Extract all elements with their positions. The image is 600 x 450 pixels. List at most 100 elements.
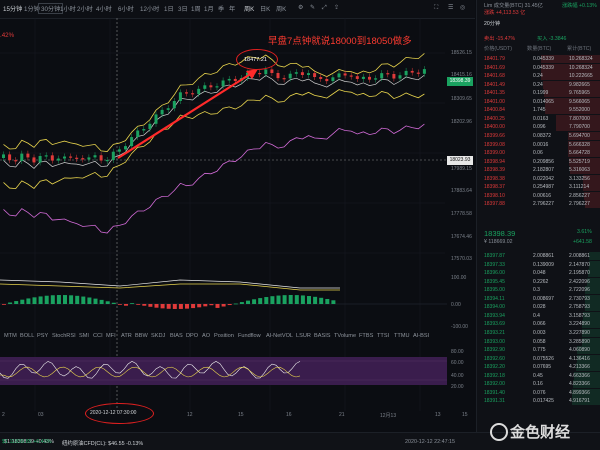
indicator-tab[interactable]: AO xyxy=(202,333,210,339)
bid-row[interactable]: 18392.180.454.663366 xyxy=(477,372,600,381)
timeframe-1h[interactable]: 1小时 xyxy=(60,4,76,13)
macd-bar xyxy=(14,301,18,304)
order-cell: 0.24 xyxy=(533,82,543,88)
indicator-tab[interactable]: TTSI xyxy=(377,333,389,339)
chart-area[interactable] xyxy=(0,18,475,411)
bid-row[interactable]: 18392.200.076954.213366 xyxy=(477,363,600,372)
timeframe-1w[interactable]: 1周 xyxy=(191,4,201,13)
bid-row[interactable]: 18392.600.0755264.136416 xyxy=(477,355,600,364)
main-chart-svg xyxy=(0,18,475,411)
depth-interval-select[interactable]: 20分钟 xyxy=(484,20,500,27)
order-cell: 18400.84 xyxy=(484,107,505,113)
macd-bar xyxy=(26,298,30,304)
ask-row[interactable]: 18398.940.2098565.525719 xyxy=(477,158,600,167)
order-cell: 3.158793 xyxy=(569,313,590,319)
order-cell: 18397.88 xyxy=(484,201,505,207)
timeframe-year[interactable]: 年 xyxy=(229,4,235,13)
bid-row[interactable]: 18392.000.164.823366 xyxy=(477,380,600,389)
ask-row[interactable]: 18397.882.7962272.796227 xyxy=(477,200,600,209)
timeframe-3d[interactable]: 3日 xyxy=(178,4,188,13)
indicator-tab[interactable]: AI-BSI xyxy=(413,333,429,339)
bid-row[interactable]: 18397.872.0088612.008861 xyxy=(477,252,600,261)
ask-row[interactable]: 18400.841.7459.552000 xyxy=(477,106,600,115)
bid-row[interactable]: 18394.000.0282.758793 xyxy=(477,303,600,312)
ask-row[interactable]: 18398.370.2549873.111214 xyxy=(477,183,600,192)
ask-row[interactable]: 18401.790.04533910.268324 xyxy=(477,55,600,64)
menu-3[interactable]: 周K xyxy=(276,4,286,13)
order-cell: 18399.08 xyxy=(484,142,505,148)
menu-2[interactable]: 日K xyxy=(260,4,270,13)
trend-arrow xyxy=(118,73,252,158)
bid-row[interactable]: 18391.310.0174254.916791 xyxy=(477,397,600,406)
indicator-tab[interactable]: TTMU xyxy=(394,333,410,339)
indicator-tab[interactable]: BOLL xyxy=(20,333,34,339)
menu-1[interactable]: 周K xyxy=(244,4,254,13)
ask-row[interactable]: 18401.690.04533910.268324 xyxy=(477,64,600,73)
timeframe-6h[interactable]: 6小时 xyxy=(118,4,134,13)
ask-row[interactable]: 18401.000.0140659.566065 xyxy=(477,98,600,107)
ask-row[interactable]: 18398.380.0220423.133256 xyxy=(477,175,600,184)
indicator-tab[interactable]: Fundflow xyxy=(238,333,261,339)
macd-bar xyxy=(277,296,281,304)
expand-icon[interactable]: ⛶ xyxy=(434,4,438,12)
bid-row[interactable]: 18393.210.0033.227890 xyxy=(477,329,600,338)
ask-row[interactable]: 18400.000.0967.790700 xyxy=(477,123,600,132)
indicator-tab[interactable]: Position xyxy=(214,333,234,339)
macd-bar xyxy=(283,295,287,304)
indicator-tab[interactable]: PSY xyxy=(37,333,48,339)
indicator-tab[interactable]: SMI xyxy=(79,333,89,339)
bid-row[interactable]: 18394.110.0086972.730793 xyxy=(477,295,600,304)
indicator-tab[interactable]: AI-NetVOL xyxy=(266,333,293,339)
bid-row[interactable]: 18392.900.7754.060890 xyxy=(477,346,600,355)
candle-body xyxy=(216,86,219,87)
share-icon[interactable]: ⇪ xyxy=(334,4,339,11)
candle-body xyxy=(130,137,133,146)
fullscreen-icon[interactable]: ⤢ xyxy=(322,4,327,12)
timeframe-quarter[interactable]: 季 xyxy=(218,4,224,13)
timeframe-4h[interactable]: 4小时 xyxy=(96,4,112,13)
ask-row[interactable]: 18401.490.249.982665 xyxy=(477,81,600,90)
brush-icon[interactable]: ✎ xyxy=(310,4,315,11)
ask-row[interactable]: 18401.350.19999.765965 xyxy=(477,89,600,98)
ask-row[interactable]: 18399.080.00165.666328 xyxy=(477,141,600,150)
bid-row[interactable]: 18395.000.32.722096 xyxy=(477,286,600,295)
ask-row[interactable]: 18399.000.065.664728 xyxy=(477,149,600,158)
indicator-tab[interactable]: SKDJ xyxy=(151,333,165,339)
stat-change-pct: 涨跌幅 +0.13% xyxy=(562,2,597,9)
order-cell: 18398.10 xyxy=(484,193,505,199)
indicator-tab[interactable]: TVolume xyxy=(334,333,356,339)
indicator-tab[interactable]: CCI xyxy=(93,333,103,339)
indicator-tab[interactable]: StochRSI xyxy=(52,333,76,339)
indicator-tab[interactable]: MFI xyxy=(106,333,116,339)
timeframe-12h[interactable]: 12小时 xyxy=(140,4,159,13)
indicator-tab[interactable]: MTM xyxy=(4,333,17,339)
bid-row[interactable]: 18395.450.22622.422096 xyxy=(477,278,600,287)
indicator-tab[interactable]: BBW xyxy=(135,333,148,339)
ask-row[interactable]: 18400.250.01637.807000 xyxy=(477,115,600,124)
indicator-tab[interactable]: BASIS xyxy=(314,333,330,339)
indicator-tab[interactable]: DPO xyxy=(186,333,198,339)
bid-row[interactable]: 18391.400.0764.899366 xyxy=(477,389,600,398)
timeframe-1d[interactable]: 1日 xyxy=(164,4,174,13)
order-cell: 18393.00 xyxy=(484,339,505,345)
ask-row[interactable]: 18398.392.1828075.316063 xyxy=(477,166,600,175)
indicator-tab[interactable]: LSUR xyxy=(296,333,311,339)
bid-row[interactable]: 18396.000.0482.195870 xyxy=(477,269,600,278)
timeframe-2h[interactable]: 2小时 xyxy=(77,4,93,13)
macd-bar xyxy=(161,304,165,308)
ask-row[interactable]: 18399.660.083725.694700 xyxy=(477,132,600,141)
bid-row[interactable]: 18393.000.0583.285890 xyxy=(477,338,600,347)
indicator-tab[interactable]: BIAS xyxy=(170,333,183,339)
bid-row[interactable]: 18393.940.43.158793 xyxy=(477,312,600,321)
bid-row[interactable]: 18397.330.1390092.147870 xyxy=(477,261,600,270)
ask-row[interactable]: 18398.100.006162.856227 xyxy=(477,192,600,201)
ask-row[interactable]: 18401.680.2410.222665 xyxy=(477,72,600,81)
timeframe-1mo[interactable]: 1月 xyxy=(204,4,214,13)
timeframe-15m[interactable]: 15分钟 xyxy=(3,4,22,13)
indicator-tab[interactable]: FTBS xyxy=(359,333,373,339)
camera-icon[interactable]: ◎ xyxy=(460,4,465,11)
indicator-tab[interactable]: ATR xyxy=(121,333,132,339)
settings-icon[interactable]: ⚙ xyxy=(298,4,304,11)
bid-row[interactable]: 18393.690.0663.224890 xyxy=(477,320,600,329)
menu-icon[interactable]: ☰ xyxy=(448,4,454,11)
